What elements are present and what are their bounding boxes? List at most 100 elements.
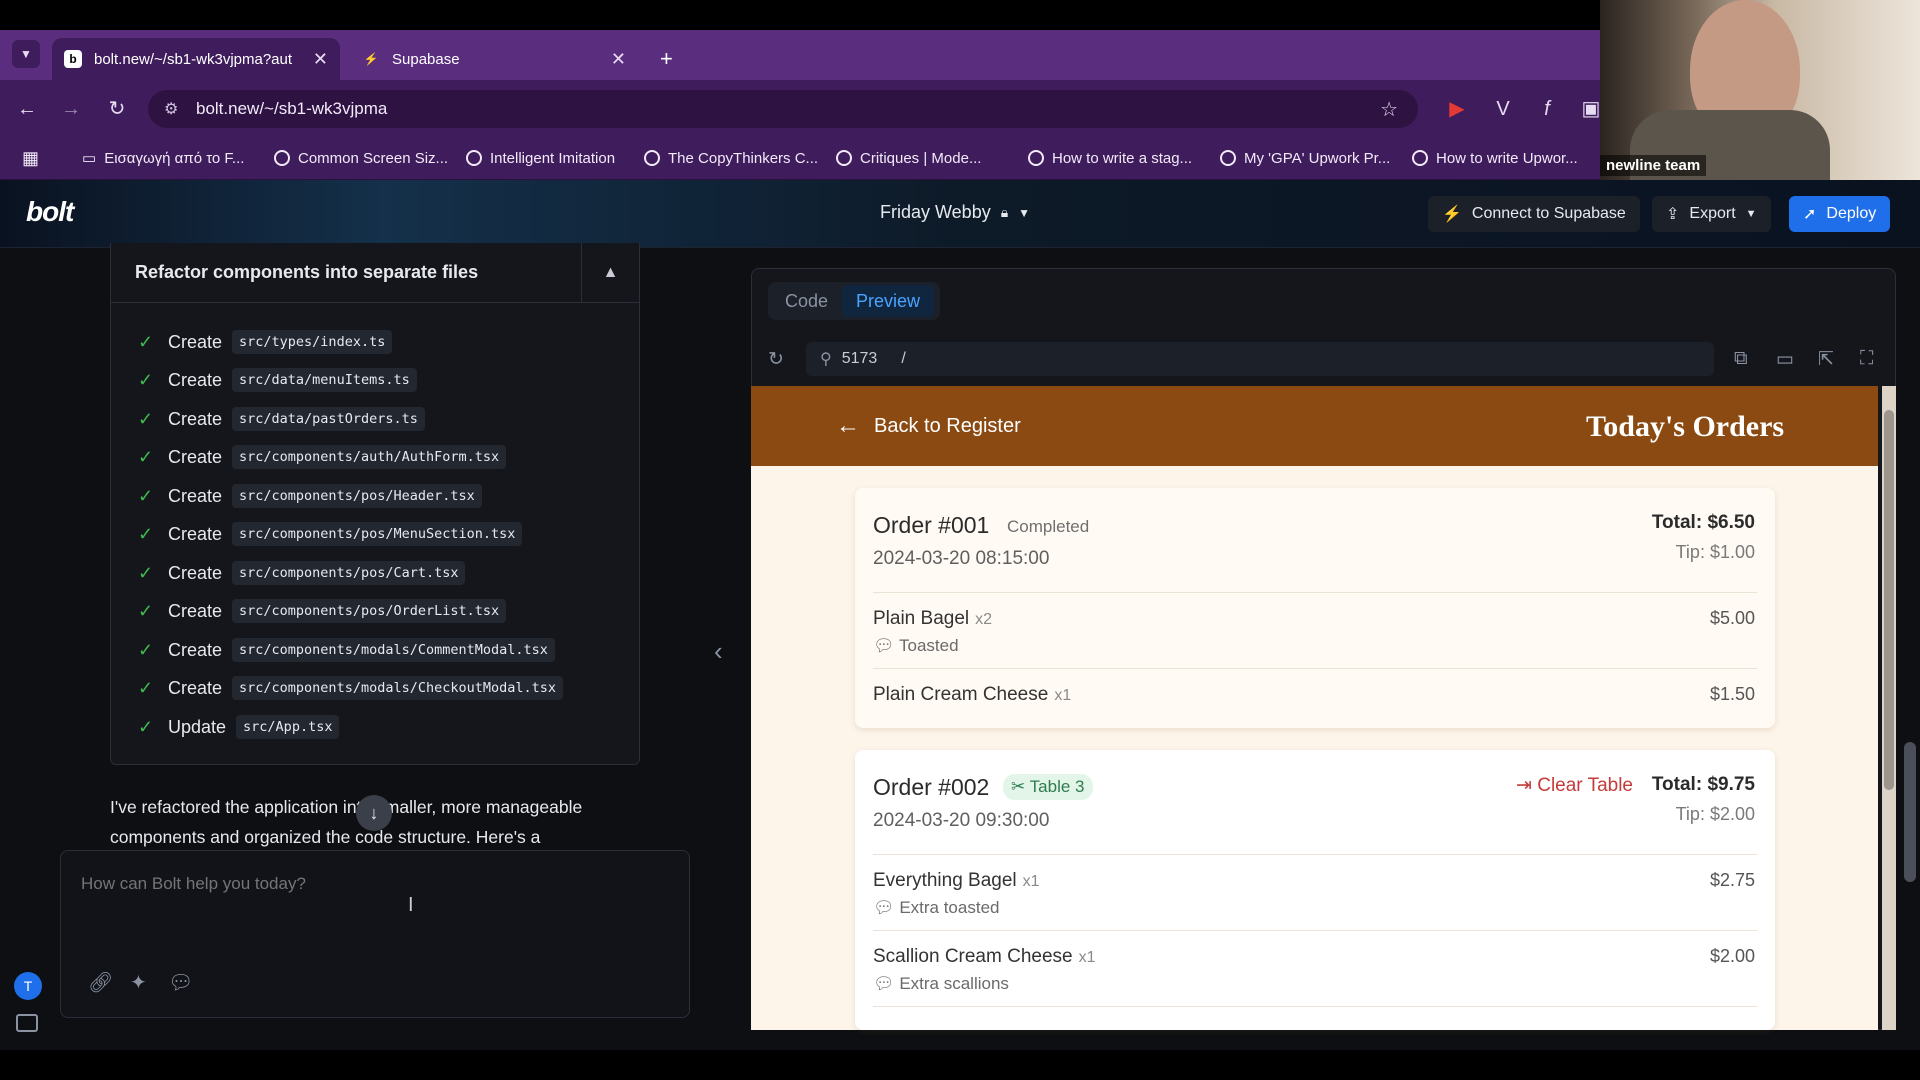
step-file[interactable]: src/components/modals/CheckoutModal.tsx <box>232 676 564 700</box>
tab-preview[interactable]: Preview <box>842 285 935 317</box>
note-text: Extra toasted <box>899 898 1000 917</box>
item-note: 💬︎ Toasted <box>873 636 959 656</box>
bookmark-folder[interactable]: ▭ Εισαγωγή από το F... <box>82 146 244 170</box>
item-note: 💬︎ Extra scallions <box>873 974 1009 994</box>
item-price: $1.50 <box>1709 684 1755 704</box>
globe-icon <box>1412 150 1428 166</box>
text-cursor-icon: I <box>408 894 414 916</box>
step-file[interactable]: src/components/modals/CommentModal.tsx <box>232 638 555 662</box>
export-button[interactable]: ⇪ Export ▼ <box>1652 196 1771 232</box>
tab-search-icon[interactable]: ▼ <box>12 40 40 68</box>
bookmark-item[interactable]: Intelligent Imitation <box>466 146 615 170</box>
close-tab-icon[interactable]: ✕ <box>313 49 328 70</box>
open-external-icon[interactable]: ⧉ <box>1734 348 1748 370</box>
bookmark-item[interactable]: Critiques | Mode... <box>836 146 981 170</box>
discuss-chat-icon[interactable]: 💬︎ <box>168 970 193 995</box>
step-file[interactable]: src/components/pos/OrderList.tsx <box>232 599 507 623</box>
task-step: ✓ Create src/components/pos/MenuSection.ts… <box>138 520 523 548</box>
check-icon: ✓ <box>138 639 154 660</box>
fullscreen-icon[interactable]: ⛶ <box>1860 348 1873 370</box>
step-file[interactable]: src/App.tsx <box>236 715 340 739</box>
bookmark-item[interactable]: How to write a stag... <box>1028 146 1192 170</box>
attach-link-icon[interactable]: 🔗︎ <box>88 970 113 995</box>
divider <box>873 668 1757 669</box>
bookmark-label: The CopyThinkers C... <box>668 149 819 167</box>
bolt-favicon-icon: b <box>64 50 82 68</box>
lock-icon: 🔒︎ <box>1000 204 1009 220</box>
check-icon: ✓ <box>138 677 154 698</box>
formula-extension-icon[interactable]: f <box>1534 96 1560 122</box>
forward-arrow-icon[interactable]: → <box>58 96 84 122</box>
globe-icon <box>836 150 852 166</box>
export-icon: ⇪ <box>1666 206 1680 223</box>
step-file[interactable]: src/components/pos/Cart.tsx <box>232 561 466 585</box>
close-tab-icon[interactable]: ✕ <box>611 49 626 70</box>
step-action: Create <box>168 523 223 544</box>
v-extension-icon[interactable]: V <box>1490 96 1516 122</box>
chevron-down-icon: ▼ <box>1745 208 1757 220</box>
app-scrollbar-thumb[interactable] <box>1904 742 1916 882</box>
clear-table-button[interactable]: ⇥ Clear Table <box>1516 774 1633 797</box>
step-file[interactable]: src/types/index.ts <box>232 330 393 354</box>
port-plug-icon: ⚲ <box>820 351 832 368</box>
step-file[interactable]: src/components/pos/Header.tsx <box>232 484 482 508</box>
chevron-down-icon: ▼ <box>1018 205 1031 220</box>
prompt-input[interactable] <box>81 869 661 899</box>
bolt-logo[interactable]: bolt <box>26 196 74 228</box>
new-tab-button[interactable]: + <box>648 38 688 80</box>
back-arrow-icon[interactable]: ← <box>14 96 40 122</box>
sidebar-toggle-icon[interactable] <box>16 1014 38 1032</box>
check-icon: ✓ <box>138 331 154 352</box>
task-step: ✓ Create src/types/index.ts <box>138 328 393 356</box>
app-scrollbar[interactable] <box>1900 248 1920 1050</box>
globe-icon <box>1220 150 1236 166</box>
divider <box>873 930 1757 931</box>
bookmark-item[interactable]: How to write Upwor... <box>1412 146 1578 170</box>
check-icon: ✓ <box>138 485 154 506</box>
bookmark-item[interactable]: My 'GPA' Upwork Pr... <box>1220 146 1390 170</box>
tab-supabase[interactable]: ⚡ Supabase ✕ <box>350 38 638 80</box>
order-datetime: 2024-03-20 09:30:00 <box>873 810 1050 831</box>
chevron-up-icon[interactable]: ▲ <box>581 243 639 303</box>
connect-supabase-button[interactable]: ⚡ Connect to Supabase <box>1428 196 1640 232</box>
device-toggle-icon[interactable]: ▭ <box>1776 348 1794 371</box>
bookmark-item[interactable]: Common Screen Siz... <box>274 146 448 170</box>
preview-scrollbar-thumb[interactable] <box>1884 410 1894 790</box>
avatar[interactable]: T <box>14 972 42 1000</box>
address-bar[interactable]: ⚙ bolt.new/~/sb1-wk3vjpma ☆ <box>148 90 1418 128</box>
tab-bolt[interactable]: b bolt.new/~/sb1-wk3vjpma?aut ✕ <box>52 38 340 80</box>
enhance-sparkle-icon[interactable]: ✦ <box>130 970 147 995</box>
check-icon: ✓ <box>138 408 154 429</box>
collapse-panel-icon[interactable]: ‹ <box>714 636 723 667</box>
step-file[interactable]: src/components/pos/MenuSection.tsx <box>232 522 523 546</box>
divider <box>873 1006 1757 1007</box>
inspect-cursor-icon[interactable]: ⇱ <box>1818 348 1834 371</box>
tab-code[interactable]: Code <box>771 285 842 317</box>
step-file[interactable]: src/data/menuItems.ts <box>232 368 417 392</box>
port-number[interactable]: 5173 <box>842 350 878 368</box>
bookmark-star-icon[interactable]: ☆ <box>1380 97 1398 122</box>
reload-icon[interactable]: ↻ <box>104 96 130 122</box>
item-price: $2.75 <box>1709 870 1755 890</box>
page-title: Today's Orders <box>1586 410 1785 443</box>
apps-grid-icon[interactable]: ▦ <box>22 146 39 170</box>
arrow-left-icon: ← <box>836 412 860 439</box>
step-file[interactable]: src/components/auth/AuthForm.tsx <box>232 445 507 469</box>
youtube-extension-icon[interactable]: ▶ <box>1444 96 1470 122</box>
scroll-down-arrow-icon[interactable]: ↓ <box>356 795 392 831</box>
site-info-icon[interactable]: ⚙ <box>164 99 178 119</box>
project-selector[interactable]: Friday Webby 🔒︎ ▼ <box>880 202 1030 223</box>
status-badge: Completed <box>1007 517 1090 536</box>
step-file[interactable]: src/data/pastOrders.ts <box>232 407 425 431</box>
bookmark-label: How to write a stag... <box>1052 149 1193 167</box>
deploy-button[interactable]: ➚ Deploy <box>1789 196 1891 232</box>
task-header[interactable]: Refactor components into separate files … <box>111 243 639 303</box>
back-to-register-link[interactable]: ← Back to Register <box>836 412 1021 440</box>
preview-address-bar[interactable]: ⚲ 5173 / <box>806 342 1714 376</box>
bookmark-item[interactable]: The CopyThinkers C... <box>644 146 818 170</box>
folder-icon: ▭ <box>82 150 97 167</box>
refresh-preview-icon[interactable]: ↻ <box>768 348 784 371</box>
rocket-icon: ➚ <box>1803 206 1817 223</box>
item-price: $2.00 <box>1709 946 1755 966</box>
order-card: Order #001 Completed 2024-03-20 08:15:00… <box>855 488 1775 728</box>
